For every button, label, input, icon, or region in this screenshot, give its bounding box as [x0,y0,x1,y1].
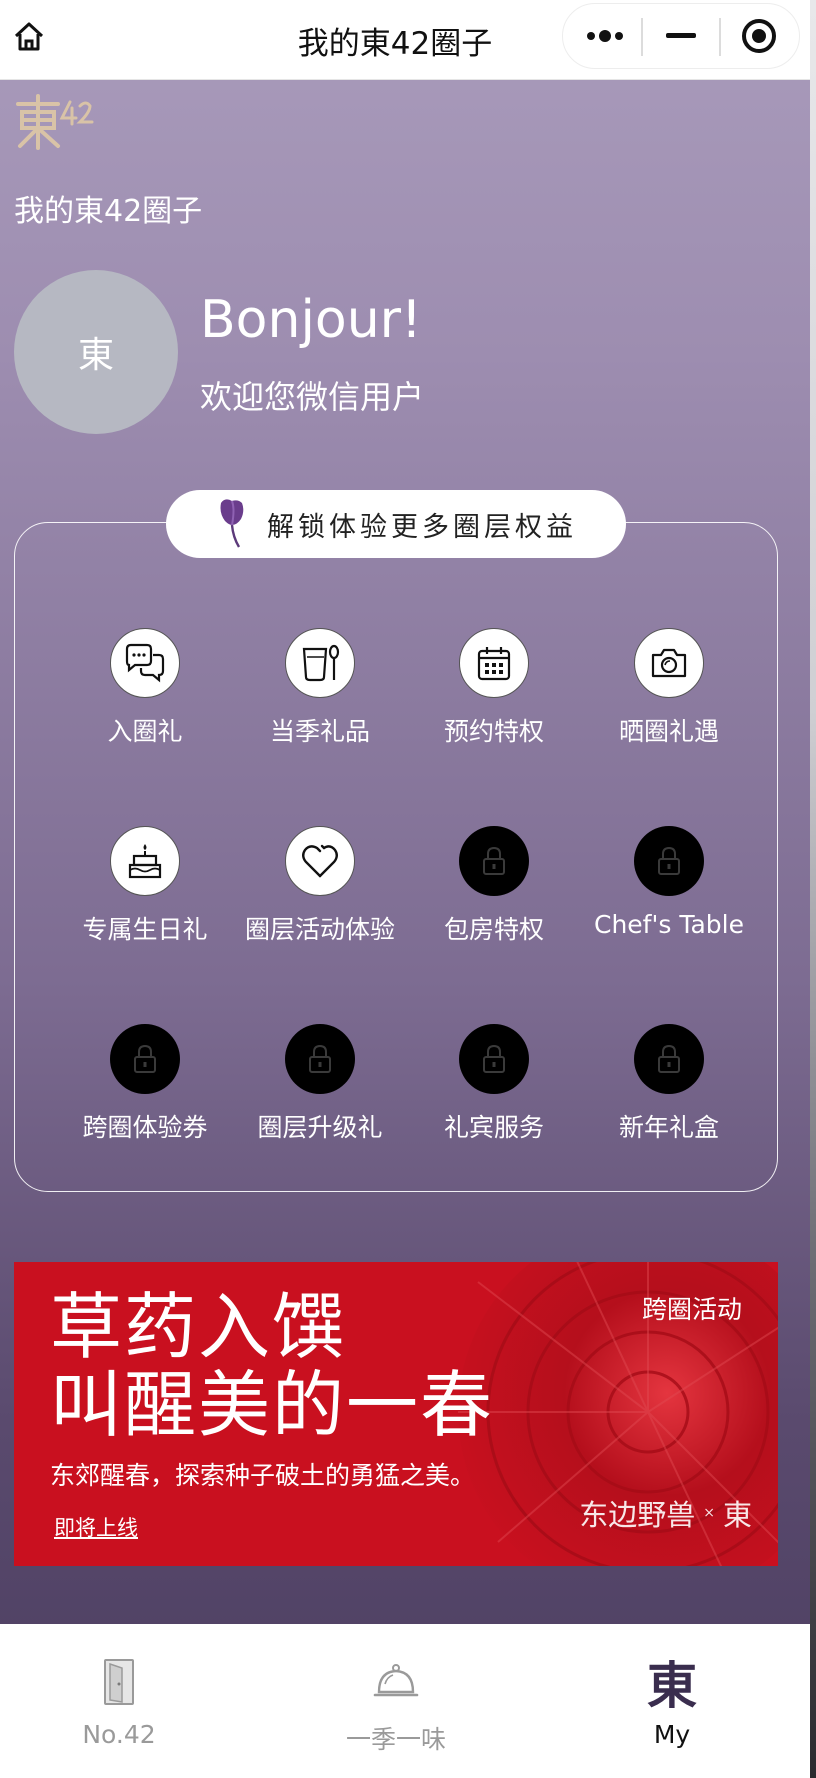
app-screen: 我的東42圈子 我的東42圈子 東 Bonjour! 欢迎您微信用户 入圈礼 当… [0,0,810,1778]
benefit-tile[interactable]: 当季礼品 [232,628,408,768]
lock-icon [110,1024,180,1094]
minimize-icon[interactable] [643,4,719,68]
dong42-logo [14,94,94,150]
calendar-icon [459,628,529,698]
welcome-text: 欢迎您微信用户 [200,378,425,416]
brand-right: 東 [722,1498,752,1532]
lock-icon [285,1024,355,1094]
brand-cross: × [703,1505,715,1521]
my-icon-glyph: 東 [647,1656,697,1715]
window-edge [810,0,816,1778]
cake-icon [110,826,180,896]
benefit-label: 晒圈礼遇 [618,717,719,746]
coming-soon-link[interactable]: 即将上线 [54,1512,138,1542]
cross-circle-tag: 跨圈活动 [641,1295,742,1324]
banner-headline-line2: 叫醒美的一春 [50,1363,495,1447]
nav-label: My [653,1720,691,1749]
close-target-icon[interactable] [721,4,797,68]
benefit-tile[interactable]: 预约特权 [406,628,582,768]
unlock-label: 解锁体验更多圈层权益 [267,511,577,543]
lock-icon [634,1024,704,1094]
greeting-text: Bonjour! [200,290,422,350]
benefit-tile[interactable]: 圈层升级礼 [232,1024,408,1164]
top-bar: 我的東42圈子 [0,0,810,80]
brand-left: 东边野兽 [579,1498,696,1532]
nav-item-my[interactable]: 東 My [572,1652,772,1762]
benefit-tile[interactable]: 专属生日礼 [57,826,233,966]
more-options-icon[interactable] [567,4,643,68]
section-title: 我的東42圈子 [14,194,203,229]
nav-label: 一季一味 [345,1725,446,1754]
nav-label: No.42 [82,1720,156,1749]
mini-program-capsule [562,3,800,69]
promo-banner[interactable]: 草药入馔 叫醒美的一春 东郊醒春，探索种子破土的勇猛之美。 即将上线 跨圈活动 … [14,1262,778,1566]
benefit-tile[interactable]: 礼宾服务 [406,1024,582,1164]
home-icon[interactable] [12,20,46,54]
dong-char-icon: 東 [642,1652,702,1715]
camera-icon [634,628,704,698]
benefit-tile[interactable]: Chef's Table [581,826,757,966]
page-title: 我的東42圈子 [297,26,493,62]
banner-headline: 草药入馔 叫醒美的一春 [50,1288,494,1444]
door-icon [89,1652,149,1712]
lock-icon [634,826,704,896]
benefit-tile[interactable]: 新年礼盒 [581,1024,757,1164]
unlock-benefits-pill[interactable]: 解锁体验更多圈层权益 [166,490,626,558]
banner-subtitle: 东郊醒春，探索种子破土的勇猛之美。 [50,1461,476,1490]
cloche-icon [366,1652,426,1712]
nav-item-no42[interactable]: No.42 [19,1652,219,1762]
benefit-label: 新年礼盒 [618,1113,719,1142]
nav-item-season[interactable]: 一季一味 [296,1652,496,1762]
lock-icon [459,826,529,896]
benefit-tile[interactable]: 入圈礼 [57,628,233,768]
heart-icon [285,826,355,896]
lock-icon [459,1024,529,1094]
chat-bubbles-icon [110,628,180,698]
bottom-nav: No.42 一季一味 東 My [0,1624,810,1778]
benefit-label: Chef's Table [594,910,744,939]
banner-headline-line1: 草药入馔 [50,1285,347,1369]
benefits-grid: 入圈礼 当季礼品 预约特权 晒圈礼遇 专属生日礼 圈层活动体验 包房特权 Che… [14,522,778,1192]
cup-spoon-icon [285,628,355,698]
avatar[interactable]: 東 [14,270,178,434]
benefit-tile[interactable]: 包房特权 [406,826,582,966]
co-brand-logo: 东边野兽 × 東 [579,1492,752,1534]
benefit-tile[interactable]: 晒圈礼遇 [581,628,757,768]
tulip-icon [215,495,249,554]
benefit-tile[interactable]: 跨圈体验券 [57,1024,233,1164]
benefit-tile[interactable]: 圈层活动体验 [232,826,408,966]
